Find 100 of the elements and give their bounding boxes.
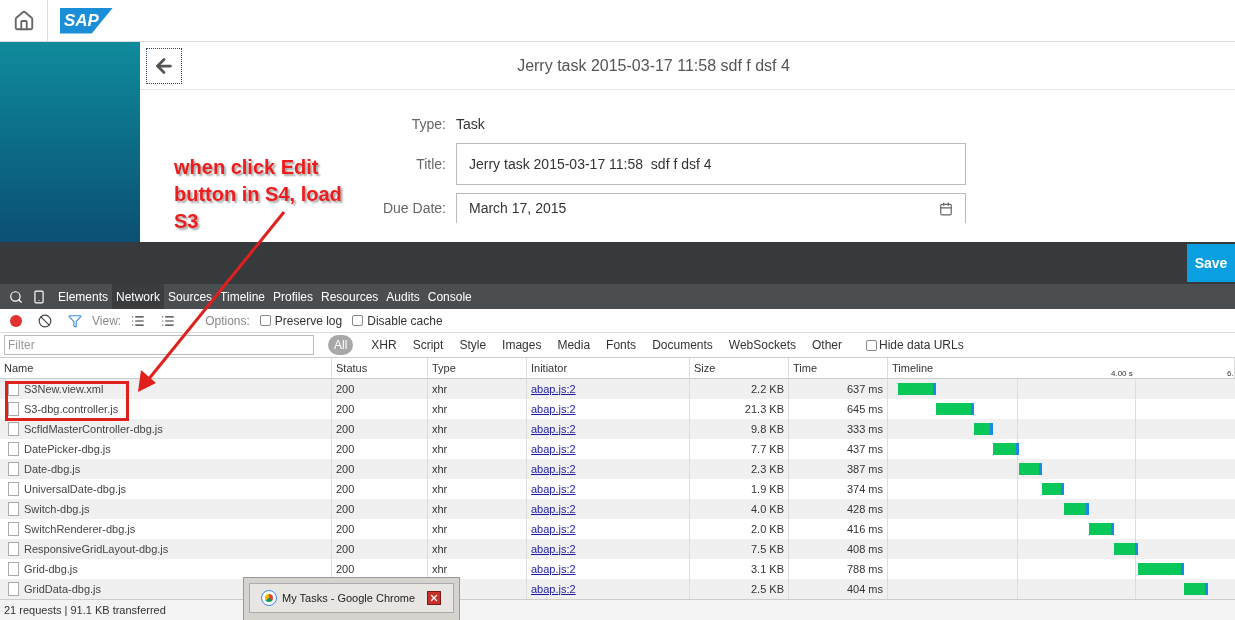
- request-name[interactable]: Date-dbg.js: [24, 460, 81, 478]
- request-name[interactable]: Switch-dbg.js: [24, 500, 90, 518]
- preserve-log-checkbox[interactable]: [259, 315, 271, 326]
- type-filter[interactable]: Fonts: [600, 335, 643, 355]
- status-bar-text: 21 requests | 91.1 KB transferred: [4, 602, 166, 618]
- request-name[interactable]: ScfldMasterController-dbg.js: [24, 420, 163, 438]
- devtools-tab[interactable]: Profiles: [269, 284, 317, 309]
- logo: SAP: [60, 7, 113, 34]
- type-cell-text: xhr: [432, 561, 448, 577]
- checkbox-label: Disable cache: [367, 312, 443, 330]
- field-label: Type:: [411, 115, 446, 134]
- checkbox-label: Hide data URLs: [879, 337, 964, 354]
- clear-icon[interactable]: [38, 313, 52, 328]
- timeline-tick: 4.00 s: [1111, 368, 1133, 380]
- request-name[interactable]: GridData-dbg.js: [24, 580, 102, 598]
- type-cell-text: xhr: [432, 541, 448, 557]
- type-filter[interactable]: Other: [806, 335, 848, 355]
- request-name[interactable]: ResponsiveGridLayout-dbg.js: [24, 540, 169, 558]
- time-cell-text: 645 ms: [846, 401, 883, 417]
- back-button[interactable]: [146, 47, 182, 84]
- request-name[interactable]: S3-dbg.controller.js: [24, 400, 119, 418]
- close-button[interactable]: [427, 591, 441, 605]
- request-name[interactable]: Grid-dbg.js: [24, 560, 78, 578]
- field-label: Due Date:: [382, 198, 446, 218]
- type-filter[interactable]: Script: [406, 335, 450, 355]
- initiator-link[interactable]: abap.js:2: [531, 520, 576, 538]
- phone-icon[interactable]: [32, 289, 46, 304]
- type-filter[interactable]: WebSockets: [722, 335, 802, 355]
- initiator-link[interactable]: abap.js:2: [531, 540, 576, 558]
- size-cell-text: 4.0 KB: [750, 501, 784, 517]
- timeline-bar: [1089, 523, 1114, 535]
- type-filter[interactable]: Images: [496, 335, 548, 355]
- status-cell-text: 200: [336, 441, 355, 457]
- calendar-icon: [939, 201, 953, 216]
- list-view-icon[interactable]: [131, 313, 146, 328]
- disable-cache-checkbox[interactable]: [352, 315, 364, 326]
- waterfall-view-icon[interactable]: [161, 313, 176, 328]
- taskbar-item[interactable]: My Tasks - Google Chrome: [249, 583, 454, 613]
- file-icon: [8, 482, 19, 496]
- initiator-link[interactable]: abap.js:2: [531, 500, 576, 518]
- field-label: Title:: [416, 154, 446, 174]
- hide-data-urls-checkbox[interactable]: [866, 339, 877, 351]
- initiator-link[interactable]: abap.js:2: [531, 420, 576, 438]
- timeline-bar: [1113, 543, 1138, 555]
- type-cell-text: xhr: [432, 381, 448, 397]
- initiator-link[interactable]: abap.js:2: [531, 400, 576, 418]
- initiator-link[interactable]: abap.js:2: [531, 480, 576, 498]
- column-header[interactable]: Type: [428, 358, 527, 378]
- column-header[interactable]: Time: [789, 358, 888, 378]
- type-cell-text: xhr: [432, 441, 448, 457]
- type-cell-text: xhr: [432, 461, 448, 477]
- initiator-link[interactable]: abap.js:2: [531, 560, 576, 578]
- column-header[interactable]: Size: [690, 358, 789, 378]
- size-cell-text: 9.8 KB: [750, 421, 784, 437]
- record-button[interactable]: [10, 314, 22, 327]
- devtools-tab[interactable]: Console: [423, 284, 476, 309]
- time-cell-text: 408 ms: [846, 541, 883, 557]
- status-cell-text: 200: [336, 421, 355, 437]
- timeline-bar: [1137, 563, 1185, 575]
- request-name[interactable]: UniversalDate-dbg.js: [24, 480, 127, 498]
- title-field[interactable]: Jerry task 2015-03-17 11:58 sdf f dsf 4: [456, 143, 966, 185]
- time-cell-text: 374 ms: [846, 481, 883, 497]
- type-filter[interactable]: XHR: [365, 335, 403, 355]
- home-icon: [12, 9, 35, 32]
- initiator-link[interactable]: abap.js:2: [531, 380, 576, 398]
- window-title: My Tasks - Google Chrome: [282, 590, 417, 606]
- devtools-tab[interactable]: Audits: [382, 284, 424, 309]
- annotation-text: when click Edit button in S4, load S3: [174, 155, 343, 234]
- devtools-tab[interactable]: Sources: [164, 284, 217, 309]
- type-cell-text: xhr: [432, 521, 448, 537]
- search-icon[interactable]: [9, 289, 23, 304]
- initiator-link[interactable]: abap.js:2: [531, 580, 576, 598]
- devtools-tab[interactable]: Timeline: [216, 284, 269, 309]
- type-filter[interactable]: Documents: [646, 335, 719, 355]
- date-field[interactable]: March 17, 2015: [456, 193, 966, 223]
- request-name[interactable]: S3New.view.xml: [24, 380, 104, 398]
- timeline-bar: [1041, 483, 1064, 495]
- initiator-link[interactable]: abap.js:2: [531, 440, 576, 458]
- close-icon: [429, 593, 439, 603]
- devtools-tab[interactable]: Network: [112, 284, 165, 309]
- timeline-tick: 6.: [1227, 368, 1234, 380]
- request-name[interactable]: SwitchRenderer-dbg.js: [24, 520, 136, 538]
- size-cell-text: 2.3 KB: [750, 461, 784, 477]
- initiator-link[interactable]: abap.js:2: [531, 460, 576, 478]
- filter-icon[interactable]: [68, 313, 82, 328]
- time-cell-text: 788 ms: [846, 561, 883, 577]
- column-header[interactable]: Initiator: [527, 358, 690, 378]
- request-name[interactable]: DatePicker-dbg.js: [24, 440, 111, 458]
- filter-field[interactable]: Filter: [4, 335, 314, 355]
- type-filter[interactable]: Media: [551, 335, 597, 355]
- type-filter[interactable]: Style: [453, 335, 493, 355]
- devtools-tab[interactable]: Elements: [54, 284, 113, 309]
- column-header[interactable]: Status: [332, 358, 428, 378]
- file-icon: [8, 582, 19, 596]
- options-label: Options:: [205, 312, 250, 330]
- size-cell-text: 2.2 KB: [750, 381, 784, 397]
- file-icon: [8, 402, 19, 416]
- size-cell-text: 2.5 KB: [750, 581, 784, 597]
- file-icon: [8, 382, 19, 396]
- devtools-tab[interactable]: Resources: [317, 284, 383, 309]
